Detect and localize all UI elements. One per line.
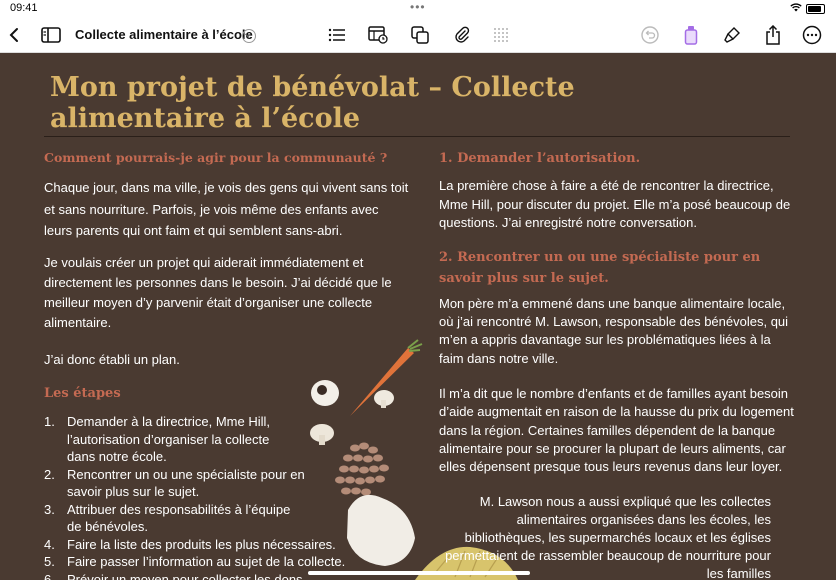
step-number: 5. [44,554,55,569]
share-icon[interactable] [763,25,783,45]
section-paragraph-4: M. Lawson nous a aussi expliqué que les … [445,494,771,580]
section-heading-2: 2. Rencontrer un ou une spécialiste pour… [439,250,761,286]
home-indicator[interactable] [308,571,530,575]
status-bar: 09:41 ••• [0,0,836,18]
step-number: 3. [44,501,55,517]
list-item: 2. Rencontrer un ou une spécialiste pour … [44,466,344,501]
list-item: 4. Faire la liste des produits les plus n… [44,536,344,554]
section-paragraph-1: La première chose à faire a été de renco… [439,178,791,230]
list-item: 3. Attribuer des responsabilités à l’équi… [44,501,344,536]
document-page[interactable]: Mon projet de bénévolat – Collecte alime… [0,53,836,580]
intro-paragraph-1: Chaque jour, dans ma ville, je vois des … [44,180,409,238]
beans-icon [335,442,389,496]
format-brush-icon[interactable] [722,25,742,45]
step-number: 4. [44,536,55,552]
title-chevron-down-icon[interactable] [242,29,256,43]
question-heading: Comment pourrais-je agir pour la communa… [44,150,388,165]
grid-dots-icon[interactable] [491,25,511,45]
paperclip-icon[interactable] [452,25,472,45]
step-text: Demander à la directrice, Mme Hill, l’au… [67,414,271,464]
markup-highlighter-icon[interactable] [681,25,701,45]
multitasking-dots-icon[interactable]: ••• [410,0,426,14]
section-paragraph-2: Mon père m’a emmené dans une banque alim… [439,296,789,366]
mushroom-icon [310,380,394,445]
step-number: 1. [44,414,55,429]
section-heading-1: 1. Demander l’autorisation. [439,151,641,166]
intro-paragraph-3: J’ai donc établi un plan. [44,352,180,367]
intro-paragraph-2: Je voulais créer un projet qui aiderait … [44,255,392,330]
step-number: 2. [44,466,55,482]
document-title[interactable]: Collecte alimentaire à l’école [75,27,253,42]
status-time: 09:41 [10,2,38,14]
steps-list: 1. Demander à la directrice, Mme Hill, l’… [44,413,345,580]
battery-icon [806,4,825,14]
undo-icon[interactable] [640,25,660,45]
list-item: 5. Faire passer l’information au sujet de… [44,553,345,571]
list-item: 6. Prévoir un moyen pour collecter les do… [44,571,344,580]
toolbar: Collecte alimentaire à l’école [0,18,836,53]
rice-icon [347,494,415,566]
list-item: 1. Demander à la directrice, Mme Hill, l’… [44,413,344,466]
shapes-icon[interactable] [410,25,430,45]
back-chevron-icon[interactable] [4,25,24,45]
steps-heading: Les étapes [44,386,121,401]
title-divider [44,136,790,137]
wifi-icon [790,3,802,12]
step-text: Rencontrer un ou une spécialiste pour en… [67,466,305,500]
step-number: 6. [44,571,55,580]
sidebar-icon[interactable] [41,25,61,45]
page-title: Mon projet de bénévolat – Collecte alime… [50,72,575,134]
list-icon[interactable] [327,25,347,45]
more-options-icon[interactable] [802,25,822,45]
step-text: Attribuer des responsabilités à l’équipe… [67,501,291,535]
section-paragraph-3: Il m’a dit que le nombre d’enfants et de… [439,386,794,475]
table-icon[interactable] [368,25,388,45]
